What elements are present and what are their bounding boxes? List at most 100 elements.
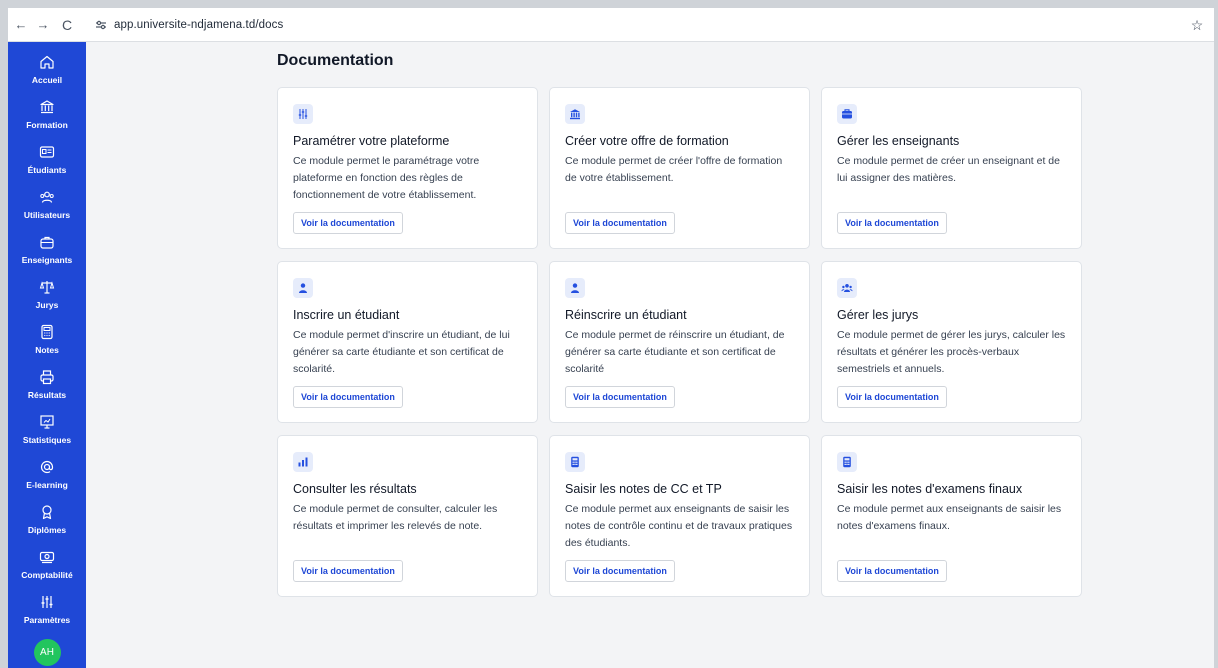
sidebar-item-jurys[interactable]: Jurys bbox=[8, 273, 86, 318]
bookmark-star-icon[interactable]: ☆ bbox=[1186, 14, 1208, 36]
scale-icon bbox=[39, 281, 55, 294]
sidebar-item-label: Jurys bbox=[35, 300, 59, 310]
bank-icon bbox=[40, 100, 54, 114]
view-documentation-button[interactable]: Voir la documentation bbox=[837, 212, 947, 234]
bank-icon bbox=[570, 109, 580, 120]
sidebar-item-accueil[interactable]: Accueil bbox=[8, 48, 86, 93]
sidebar-item-label: Diplômes bbox=[27, 525, 67, 535]
users-icon bbox=[40, 191, 54, 203]
sidebar-item-label: Comptabilité bbox=[21, 570, 73, 580]
card-description: Ce module permet d'inscrire un étudiant,… bbox=[293, 329, 510, 375]
sidebar-item-label: Notes bbox=[35, 345, 59, 355]
sidebar-item-parametres[interactable]: Paramètres bbox=[8, 588, 86, 633]
card-icon-badge bbox=[837, 104, 857, 124]
bar-chart-icon bbox=[298, 457, 308, 467]
avatar[interactable]: AH bbox=[33, 639, 61, 666]
briefcase-icon bbox=[842, 109, 852, 119]
card-title: Gérer les enseignants bbox=[837, 134, 960, 148]
card-icon-badge bbox=[565, 452, 585, 472]
card-title: Réinscrire un étudiant bbox=[565, 308, 687, 322]
doc-card: Créer votre offre de formation Ce module… bbox=[549, 87, 810, 249]
sidebar-item-formation[interactable]: Formation bbox=[8, 93, 86, 138]
sidebar-item-label: Utilisateurs bbox=[23, 210, 71, 220]
view-documentation-button[interactable]: Voir la documentation bbox=[837, 386, 947, 408]
card-description: Ce module permet de consulter, calculer … bbox=[293, 503, 498, 532]
user-icon bbox=[299, 283, 307, 293]
sidebar-item-statistiques[interactable]: Statistiques bbox=[8, 408, 86, 453]
sidebar-item-notes[interactable]: Notes bbox=[8, 318, 86, 363]
presentation-icon bbox=[40, 415, 54, 429]
award-icon bbox=[42, 505, 52, 520]
card-icon-badge bbox=[837, 278, 857, 298]
sidebar-item-utilisateurs[interactable]: Utilisateurs bbox=[8, 183, 86, 228]
reload-button[interactable]: C bbox=[56, 14, 78, 36]
sidebar-item-resultats[interactable]: Résultats bbox=[8, 363, 86, 408]
sidebar-item-etudiants[interactable]: Étudiants bbox=[8, 138, 86, 183]
doc-card: Gérer les jurys Ce module permet de gére… bbox=[821, 261, 1082, 423]
card-title: Saisir les notes d'examens finaux bbox=[837, 482, 1023, 496]
sidebar-item-label: Paramètres bbox=[23, 615, 71, 625]
doc-card: Saisir les notes de CC et TP Ce module p… bbox=[549, 435, 810, 597]
card-title: Créer votre offre de formation bbox=[565, 134, 729, 148]
doc-card: Consulter les résultats Ce module permet… bbox=[277, 435, 538, 597]
view-documentation-button[interactable]: Voir la documentation bbox=[293, 212, 403, 234]
card-description: Ce module permet de gérer les jurys, cal… bbox=[837, 329, 1066, 375]
view-documentation-button[interactable]: Voir la documentation bbox=[565, 386, 675, 408]
card-title: Saisir les notes de CC et TP bbox=[565, 482, 722, 496]
doc-card: Inscrire un étudiant Ce module permet d'… bbox=[277, 261, 538, 423]
address-bar[interactable]: app.universite-ndjamena.td/docs bbox=[114, 19, 283, 31]
sidebar-item-diplomes[interactable]: Diplômes bbox=[8, 498, 86, 543]
card-title: Consulter les résultats bbox=[293, 482, 417, 496]
sliders-icon bbox=[298, 109, 308, 119]
at-icon bbox=[40, 460, 54, 474]
sidebar-item-comptabilite[interactable]: Comptabilité bbox=[8, 543, 86, 588]
briefcase-icon bbox=[40, 236, 54, 249]
home-icon bbox=[40, 55, 54, 69]
card-description: Ce module permet de créer l'offre de for… bbox=[565, 155, 783, 184]
card-title: Gérer les jurys bbox=[837, 308, 919, 322]
card-description: Ce module permet le paramétrage votre pl… bbox=[293, 155, 480, 201]
site-settings-icon[interactable] bbox=[90, 14, 112, 36]
sidebar-item-enseignants[interactable]: Enseignants bbox=[8, 228, 86, 273]
view-documentation-button[interactable]: Voir la documentation bbox=[293, 386, 403, 408]
card-icon-badge bbox=[565, 104, 585, 124]
sidebar: Accueil Formation Étudiants Utilisateurs… bbox=[8, 42, 86, 668]
calculator-icon bbox=[41, 324, 53, 340]
card-description: Ce module permet de créer un enseignant … bbox=[837, 155, 1060, 184]
card-title: Inscrire un étudiant bbox=[293, 308, 400, 322]
card-description: Ce module permet aux enseignants de sais… bbox=[837, 503, 1062, 532]
doc-card: Saisir les notes d'examens finaux Ce mod… bbox=[821, 435, 1082, 597]
sliders-icon bbox=[41, 596, 53, 608]
doc-card: Paramétrer votre plateforme Ce module pe… bbox=[277, 87, 538, 249]
sidebar-item-label: Enseignants bbox=[21, 255, 73, 265]
page-title: Documentation bbox=[277, 52, 394, 69]
view-documentation-button[interactable]: Voir la documentation bbox=[293, 560, 403, 582]
sidebar-item-label: Statistiques bbox=[22, 435, 72, 445]
sidebar-item-label: E-learning bbox=[26, 480, 68, 490]
sidebar-item-label: Accueil bbox=[31, 75, 63, 85]
browser-toolbar: ← → C app.universite-ndjamena.td/docs ☆ bbox=[8, 8, 1214, 42]
sidebar-item-label: Résultats bbox=[27, 390, 67, 400]
view-documentation-button[interactable]: Voir la documentation bbox=[565, 212, 675, 234]
card-icon-badge bbox=[293, 104, 313, 124]
card-icon-badge bbox=[837, 452, 857, 472]
view-documentation-button[interactable]: Voir la documentation bbox=[837, 560, 947, 582]
calculator-icon bbox=[571, 456, 579, 468]
card-icon-badge bbox=[293, 452, 313, 472]
doc-card: Réinscrire un étudiant Ce module permet … bbox=[549, 261, 810, 423]
printer-icon bbox=[40, 370, 54, 385]
users-icon bbox=[841, 284, 853, 292]
card-icon-badge bbox=[293, 278, 313, 298]
view-documentation-button[interactable]: Voir la documentation bbox=[565, 560, 675, 582]
sidebar-item-label: Formation bbox=[26, 120, 68, 130]
sidebar-item-elearning[interactable]: E-learning bbox=[8, 453, 86, 498]
doc-card: Gérer les enseignants Ce module permet d… bbox=[821, 87, 1082, 249]
back-button[interactable]: ← bbox=[10, 14, 32, 36]
id-card-icon bbox=[39, 146, 55, 158]
sidebar-item-label: Étudiants bbox=[27, 165, 67, 175]
docs-card-grid: Paramétrer votre plateforme Ce module pe… bbox=[277, 87, 1082, 597]
forward-button[interactable]: → bbox=[32, 14, 54, 36]
calculator-icon bbox=[843, 456, 851, 468]
card-icon-badge bbox=[565, 278, 585, 298]
card-description: Ce module permet aux enseignants de sais… bbox=[565, 503, 793, 549]
